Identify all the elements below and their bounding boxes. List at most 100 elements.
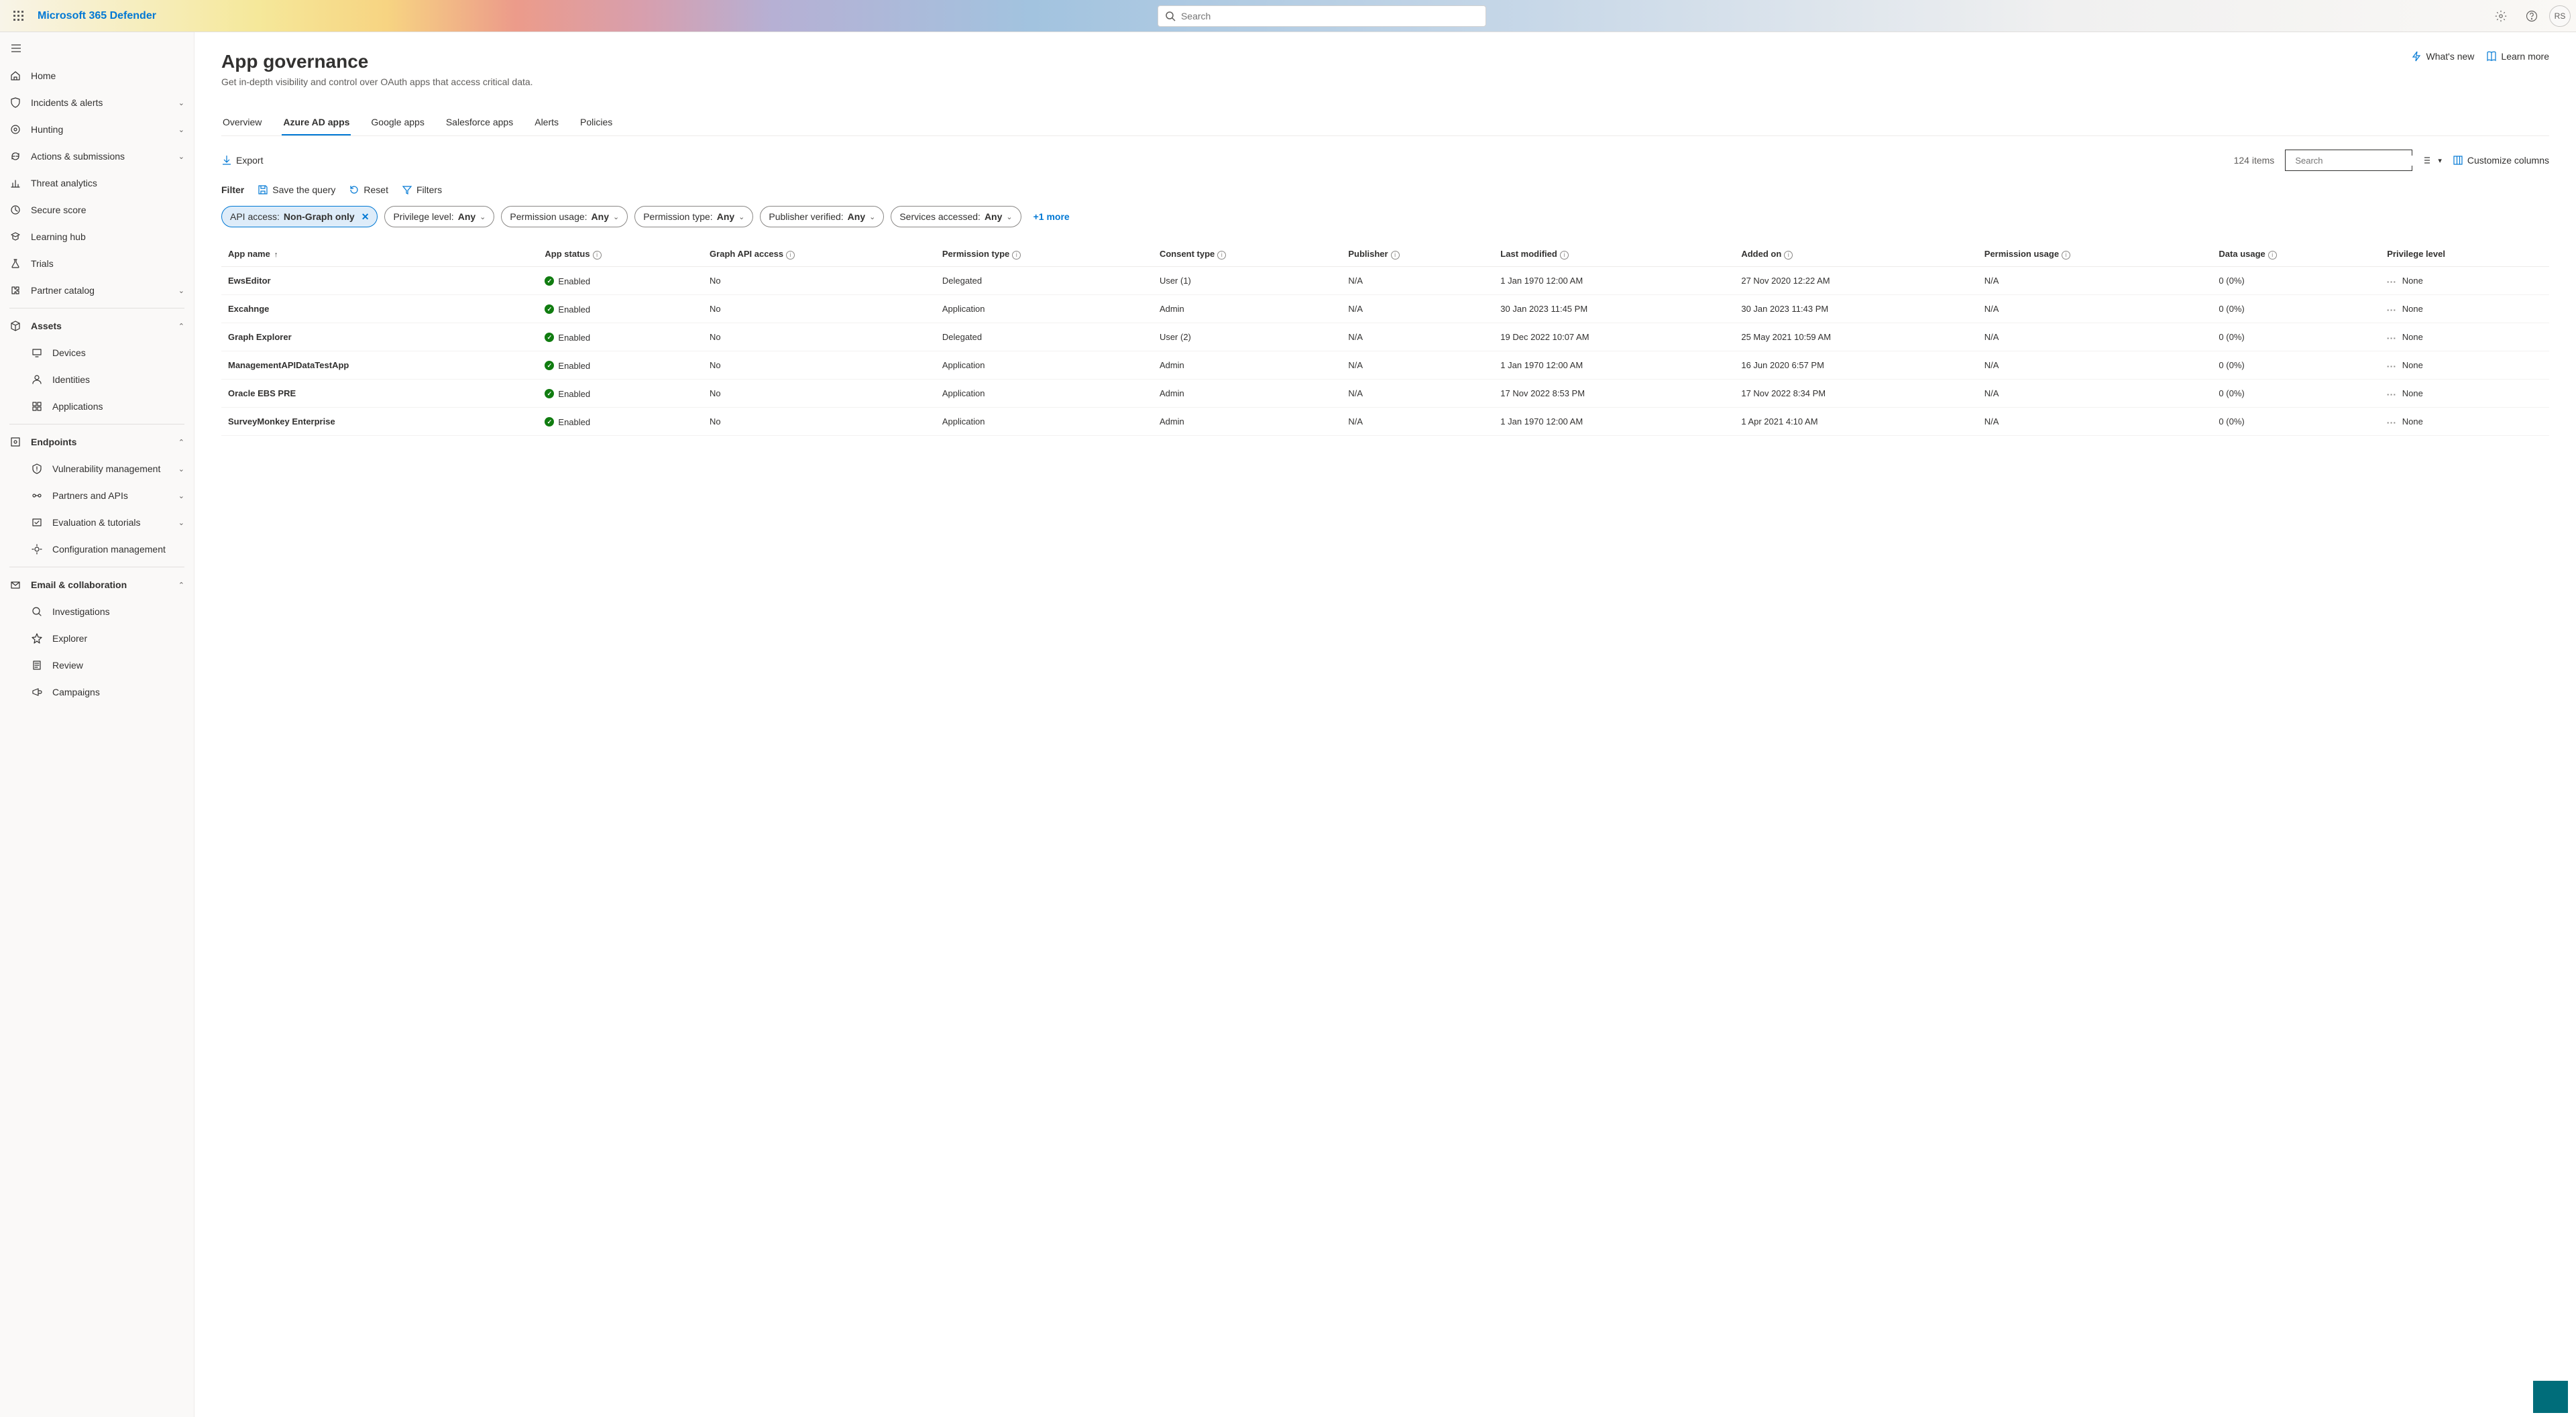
tab-alerts[interactable]: Alerts (533, 110, 560, 135)
tabs: Overview Azure AD apps Google apps Salesfor… (221, 110, 2549, 136)
global-search-input[interactable] (1181, 11, 1479, 21)
col-privilege-level[interactable]: Privilege level (2380, 242, 2549, 266)
filters-button[interactable]: Filters (402, 184, 442, 195)
info-icon: i (2062, 251, 2070, 260)
nav-item-incidents-alerts[interactable]: Incidents & alerts ⌄ (0, 89, 194, 116)
feedback-widget[interactable] (2533, 1381, 2568, 1413)
avatar[interactable]: RS (2549, 5, 2571, 27)
nav-item-endpoints[interactable]: Endpoints ⌃ (0, 429, 194, 455)
global-search[interactable] (1158, 5, 1486, 27)
nav-label: Devices (52, 347, 184, 358)
info-icon: i (1391, 251, 1400, 260)
nav-item-applications[interactable]: Applications (0, 393, 194, 420)
cell-priv: None (2380, 351, 2549, 379)
cell-consent: User (1) (1153, 266, 1341, 294)
cell-publisher: N/A (1341, 294, 1494, 323)
brand-link[interactable]: Microsoft 365 Defender (38, 10, 156, 22)
nav-item-configuration-management[interactable]: Configuration management (0, 536, 194, 563)
nav-label: Assets (31, 321, 169, 331)
filter-pill-permissiontype[interactable]: Permission type: Any ⌄ (634, 206, 753, 227)
nav-label: Explorer (52, 633, 184, 644)
person-icon (31, 374, 43, 386)
filter-pill-privilegelevel[interactable]: Privilege level: Any ⌄ (384, 206, 494, 227)
info-icon: i (1012, 251, 1021, 260)
filter-pill-apiaccess[interactable]: API access: Non-Graph only ✕ (221, 206, 378, 227)
nav-item-home[interactable]: Home (0, 62, 194, 89)
col-last-modified[interactable]: Last modifiedi (1494, 242, 1734, 266)
tab-overview[interactable]: Overview (221, 110, 263, 135)
export-button[interactable]: Export (221, 155, 263, 166)
filter-pill-publisherverified[interactable]: Publisher verified: Any ⌄ (760, 206, 884, 227)
nav-item-hunting[interactable]: Hunting ⌄ (0, 116, 194, 143)
reset-button[interactable]: Reset (349, 184, 388, 195)
nav-item-actions-submissions[interactable]: Actions & submissions ⌄ (0, 143, 194, 170)
table-row[interactable]: Excahnge Enabled No Application Admin N/… (221, 294, 2549, 323)
nav-item-learning-hub[interactable]: Learning hub (0, 223, 194, 250)
customize-columns-button[interactable]: Customize columns (2453, 155, 2549, 166)
table-search-input[interactable] (2295, 156, 2413, 166)
nav-item-trials[interactable]: Trials (0, 250, 194, 277)
columns-icon (2453, 155, 2463, 166)
tab-azure-ad-apps[interactable]: Azure AD apps (282, 110, 351, 135)
col-app-name[interactable]: App name↑ (221, 242, 538, 266)
pill-value: Any (458, 211, 475, 222)
nav-item-campaigns[interactable]: Campaigns (0, 679, 194, 705)
privilege-none-icon (2387, 416, 2402, 427)
filter-pill-permissionusage[interactable]: Permission usage: Any ⌄ (501, 206, 628, 227)
privilege-none-icon (2387, 276, 2402, 286)
learn-more-button[interactable]: Learn more (2486, 51, 2549, 62)
col-consent-type[interactable]: Consent typei (1153, 242, 1341, 266)
whats-new-button[interactable]: What's new (2411, 51, 2474, 62)
nav-item-assets[interactable]: Assets ⌃ (0, 313, 194, 339)
campaign-icon (31, 686, 43, 698)
cell-graph: No (703, 379, 936, 407)
cell-pusage: N/A (1978, 351, 2213, 379)
nav-item-identities[interactable]: Identities (0, 366, 194, 393)
col-graph-api-access[interactable]: Graph API accessi (703, 242, 936, 266)
col-app-status[interactable]: App statusi (538, 242, 703, 266)
table-row[interactable]: ManagementAPIDataTestApp Enabled No Appl… (221, 351, 2549, 379)
table-row[interactable]: SurveyMonkey Enterprise Enabled No Appli… (221, 407, 2549, 435)
nav-item-partner-catalog[interactable]: Partner catalog ⌄ (0, 277, 194, 304)
status-enabled-icon (545, 276, 554, 286)
close-icon[interactable]: ✕ (361, 211, 370, 223)
top-banner: Microsoft 365 Defender RS (0, 0, 2576, 32)
more-filters-button[interactable]: +1 more (1028, 211, 1075, 222)
nav-item-secure-score[interactable]: Secure score (0, 196, 194, 223)
tab-google-apps[interactable]: Google apps (370, 110, 425, 135)
filter-pill-servicesaccessed[interactable]: Services accessed: Any ⌄ (891, 206, 1021, 227)
chevron-down-icon: ⌄ (178, 99, 184, 107)
waffle-icon[interactable] (5, 3, 32, 30)
help-button[interactable] (2518, 3, 2545, 30)
pill-value: Non-Graph only (284, 211, 355, 222)
nav-item-email-collaboration[interactable]: Email & collaboration ⌃ (0, 571, 194, 598)
nav-item-threat-analytics[interactable]: Threat analytics (0, 170, 194, 196)
col-permission-type[interactable]: Permission typei (936, 242, 1153, 266)
nav-item-partners-and-apis[interactable]: Partners and APIs ⌄ (0, 482, 194, 509)
nav-item-devices[interactable]: Devices (0, 339, 194, 366)
save-query-button[interactable]: Save the query (258, 184, 335, 195)
table-row[interactable]: EwsEditor Enabled No Delegated User (1) … (221, 266, 2549, 294)
cell-added: 30 Jan 2023 11:43 PM (1734, 294, 1977, 323)
table-search[interactable] (2285, 150, 2412, 171)
nav-item-review[interactable]: Review (0, 652, 194, 679)
cell-app-name: ManagementAPIDataTestApp (221, 351, 538, 379)
privilege-none-icon (2387, 304, 2402, 314)
nav-item-vulnerability-management[interactable]: Vulnerability management ⌄ (0, 455, 194, 482)
col-data-usage[interactable]: Data usagei (2212, 242, 2380, 266)
nav-item-evaluation-tutorials[interactable]: Evaluation & tutorials ⌄ (0, 509, 194, 536)
cell-modified: 19 Dec 2022 10:07 AM (1494, 323, 1734, 351)
nav-item-investigations[interactable]: Investigations (0, 598, 194, 625)
col-permission-usage[interactable]: Permission usagei (1978, 242, 2213, 266)
nav-collapse-button[interactable] (0, 36, 194, 62)
group-button[interactable]: ▾ (2423, 155, 2442, 166)
table-row[interactable]: Oracle EBS PRE Enabled No Application Ad… (221, 379, 2549, 407)
nav-item-explorer[interactable]: Explorer (0, 625, 194, 652)
cell-added: 1 Apr 2021 4:10 AM (1734, 407, 1977, 435)
col-added-on[interactable]: Added oni (1734, 242, 1977, 266)
settings-button[interactable] (2487, 3, 2514, 30)
table-row[interactable]: Graph Explorer Enabled No Delegated User… (221, 323, 2549, 351)
col-publisher[interactable]: Publisheri (1341, 242, 1494, 266)
tab-policies[interactable]: Policies (579, 110, 614, 135)
tab-salesforce-apps[interactable]: Salesforce apps (445, 110, 514, 135)
